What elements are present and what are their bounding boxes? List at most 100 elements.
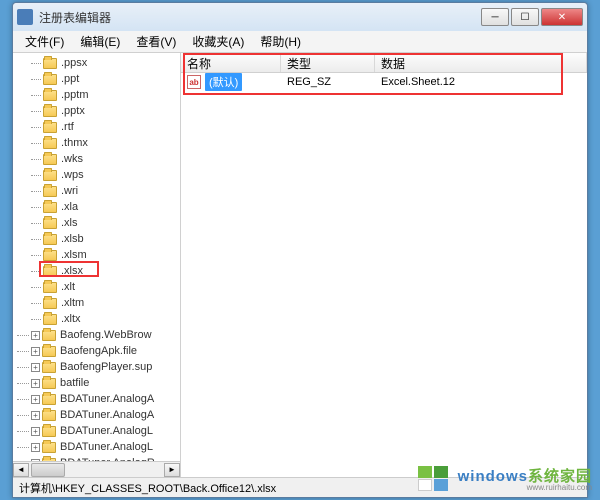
folder-icon xyxy=(43,266,57,277)
tree-label: .pptm xyxy=(61,89,89,101)
tree-item-BaofengWebBrow[interactable]: +Baofeng.WebBrow xyxy=(13,327,180,343)
tree-item-xltx[interactable]: .xltx xyxy=(13,311,180,327)
tree-item-BDATunerAnalogA[interactable]: + BDATuner.AnalogA xyxy=(13,407,180,423)
expander-icon[interactable]: + xyxy=(31,363,40,372)
tree-label: .rtf xyxy=(61,121,74,133)
watermark-logo-icon xyxy=(418,466,452,494)
tree-label: .pptx xyxy=(61,105,85,117)
menu-view[interactable]: 查看(V) xyxy=(128,31,184,52)
menu-favorites[interactable]: 收藏夹(A) xyxy=(184,31,252,52)
tree-item-ppt[interactable]: .ppt xyxy=(13,71,180,87)
tree-label: .wks xyxy=(61,153,83,165)
tree-item-wri[interactable]: .wri xyxy=(13,183,180,199)
folder-icon xyxy=(43,122,57,133)
expander-icon[interactable]: + xyxy=(31,395,40,404)
close-button[interactable]: ✕ xyxy=(541,8,583,26)
expander-icon[interactable]: + xyxy=(31,427,40,436)
expander-icon[interactable]: + xyxy=(31,347,40,356)
tree-label: BDATuner.AnalogA xyxy=(60,393,154,405)
tree-label: .xlsb xyxy=(61,233,84,245)
tree-label: .xltx xyxy=(61,313,81,325)
tree-horizontal-scrollbar[interactable]: ◄ ► xyxy=(13,461,180,477)
folder-icon xyxy=(43,138,57,149)
folder-icon xyxy=(43,314,57,325)
folder-icon xyxy=(42,362,56,373)
list-row[interactable]: ab(默认)REG_SZExcel.Sheet.12 xyxy=(181,73,587,91)
tree-item-wks[interactable]: .wks xyxy=(13,151,180,167)
tree-item-xlsm[interactable]: .xlsm xyxy=(13,247,180,263)
tree-item-BDATunerAnalogL[interactable]: + BDATuner.AnalogL xyxy=(13,439,180,455)
tree-label: .wri xyxy=(61,185,78,197)
folder-icon xyxy=(43,202,57,213)
tree-label: .xla xyxy=(61,201,78,213)
tree-label: .wps xyxy=(61,169,84,181)
tree-label: batfile xyxy=(60,377,89,389)
menu-edit[interactable]: 编辑(E) xyxy=(72,31,128,52)
expander-icon[interactable]: + xyxy=(31,443,40,452)
tree-item-BaofengPlayersup[interactable]: + BaofengPlayer.sup xyxy=(13,359,180,375)
folder-icon xyxy=(42,346,56,357)
tree-item-xls[interactable]: .xls xyxy=(13,215,180,231)
column-header-name[interactable]: 名称 xyxy=(181,53,281,72)
folder-icon xyxy=(43,154,57,165)
tree-item-rtf[interactable]: .rtf xyxy=(13,119,180,135)
tree-item-xlt[interactable]: .xlt xyxy=(13,279,180,295)
folder-icon xyxy=(43,282,57,293)
value-name: (默认) xyxy=(205,73,242,91)
tree-item-ppsx[interactable]: .ppsx xyxy=(13,55,180,71)
minimize-button[interactable]: ─ xyxy=(481,8,509,26)
folder-icon xyxy=(43,106,57,117)
tree-item-xla[interactable]: .xla xyxy=(13,199,180,215)
tree-label: .xlt xyxy=(61,281,75,293)
tree-item-BaofengApkfile[interactable]: + BaofengApk.file xyxy=(13,343,180,359)
list-header: 名称 类型 数据 xyxy=(181,53,587,73)
scroll-right-icon[interactable]: ► xyxy=(164,463,180,477)
tree-item-xltm[interactable]: .xltm xyxy=(13,295,180,311)
folder-icon xyxy=(43,170,57,181)
column-header-data[interactable]: 数据 xyxy=(375,53,587,72)
tree-item-wps[interactable]: .wps xyxy=(13,167,180,183)
expander-icon[interactable]: + xyxy=(31,331,40,340)
window-title: 注册表编辑器 xyxy=(39,9,481,26)
tree-pane[interactable]: .ppsx .ppt .pptm .pptx .rtf .thmx .wks .wps .wri… xyxy=(13,53,181,477)
column-header-type[interactable]: 类型 xyxy=(281,53,375,72)
folder-icon xyxy=(42,426,56,437)
tree-label: .xltm xyxy=(61,297,84,309)
scroll-left-icon[interactable]: ◄ xyxy=(13,463,29,477)
tree-label: .xls xyxy=(61,217,78,229)
watermark: windows系统家园 www.ruirhaitu.com xyxy=(418,466,592,494)
tree-item-xlsx[interactable]: .xlsx xyxy=(13,263,180,279)
expander-icon[interactable]: + xyxy=(31,411,40,420)
value-data: Excel.Sheet.12 xyxy=(375,76,587,88)
tree-item-BDATunerAnalogA[interactable]: + BDATuner.AnalogA xyxy=(13,391,180,407)
value-list-pane[interactable]: 名称 类型 数据 ab(默认)REG_SZExcel.Sheet.12 xyxy=(181,53,587,477)
expander-icon[interactable]: + xyxy=(31,379,40,388)
tree-label: .xlsm xyxy=(61,249,87,261)
folder-icon xyxy=(43,250,57,261)
folder-icon xyxy=(42,394,56,405)
menu-help[interactable]: 帮助(H) xyxy=(252,31,309,52)
folder-icon xyxy=(43,218,57,229)
registry-editor-window: 注册表编辑器 ─ ☐ ✕ 文件(F) 编辑(E) 查看(V) 收藏夹(A) 帮助… xyxy=(12,2,588,498)
folder-icon xyxy=(42,410,56,421)
menu-file[interactable]: 文件(F) xyxy=(17,31,72,52)
tree-label: .xlsx xyxy=(61,265,83,277)
tree-item-batfile[interactable]: + batfile xyxy=(13,375,180,391)
tree-label: BDATuner.AnalogA xyxy=(60,409,154,421)
tree-label: BaofengApk.file xyxy=(60,345,137,357)
tree-item-pptm[interactable]: .pptm xyxy=(13,87,180,103)
tree-item-thmx[interactable]: .thmx xyxy=(13,135,180,151)
folder-icon xyxy=(42,378,56,389)
scroll-thumb[interactable] xyxy=(31,463,65,477)
folder-icon xyxy=(43,58,57,69)
folder-icon xyxy=(43,298,57,309)
tree-item-xlsb[interactable]: .xlsb xyxy=(13,231,180,247)
tree-item-BDATunerAnalogL[interactable]: +BDATuner.AnalogL xyxy=(13,423,180,439)
tree-label: BaofengPlayer.sup xyxy=(60,361,152,373)
titlebar[interactable]: 注册表编辑器 ─ ☐ ✕ xyxy=(13,3,587,31)
folder-icon xyxy=(42,442,56,453)
maximize-button[interactable]: ☐ xyxy=(511,8,539,26)
tree-label: .ppsx xyxy=(61,57,87,69)
tree-label: BDATuner.AnalogL xyxy=(60,441,153,453)
tree-item-pptx[interactable]: .pptx xyxy=(13,103,180,119)
